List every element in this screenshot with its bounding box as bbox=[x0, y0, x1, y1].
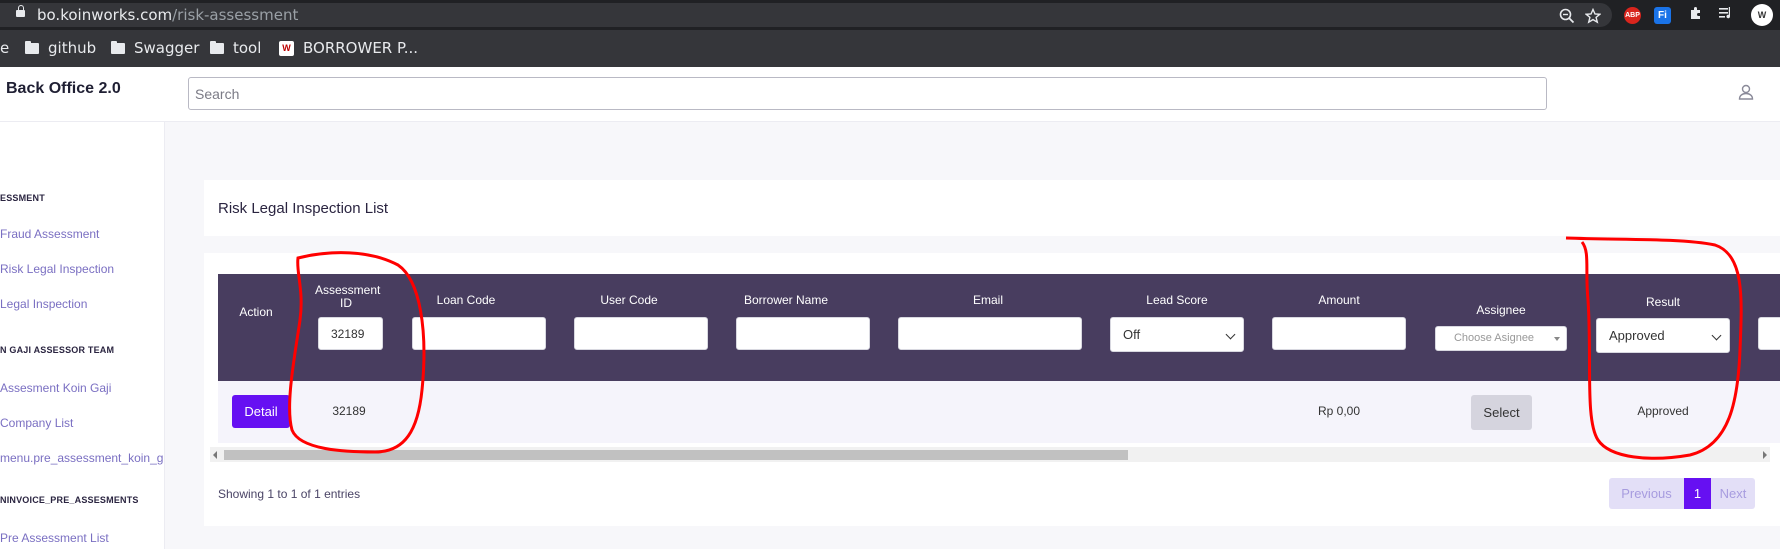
column-header-action: Action bbox=[239, 305, 273, 319]
profile-icon[interactable]: W bbox=[1751, 4, 1773, 26]
filter-borrower-name-input[interactable] bbox=[736, 317, 870, 350]
user-icon[interactable] bbox=[1737, 83, 1755, 101]
table-header: Action Assessment ID Loan Code User Code… bbox=[218, 274, 1780, 381]
filter-result-value: Approved bbox=[1609, 328, 1665, 343]
filter-lead-score-value: Off bbox=[1123, 327, 1141, 342]
bookmark-github[interactable]: github bbox=[48, 39, 96, 57]
bookmarks-bar: e github Swagger tool W BORROWER P... bbox=[0, 30, 1780, 67]
filter-user-code-input[interactable] bbox=[574, 317, 708, 350]
caret-down-icon bbox=[1554, 337, 1560, 341]
page-title: Risk Legal Inspection List bbox=[218, 200, 389, 217]
horizontal-scrollbar[interactable] bbox=[210, 447, 1770, 462]
sidebar-item-pre-assessment-koin-gaji[interactable]: menu.pre_assessment_koin_g bbox=[0, 451, 163, 465]
assignee-select-button[interactable]: Select bbox=[1471, 395, 1532, 430]
pagination-previous[interactable]: Previous bbox=[1609, 478, 1684, 509]
column-header-assignee: Assignee bbox=[1476, 303, 1526, 317]
chevron-down-icon bbox=[1711, 330, 1722, 341]
column-header-borrower-name: Borrower Name bbox=[743, 293, 829, 307]
zoom-icon[interactable] bbox=[1557, 8, 1577, 28]
column-header-email: Email bbox=[972, 293, 1003, 307]
sidebar-heading-assessment: ESSMENT bbox=[0, 193, 45, 203]
scroll-left-icon[interactable] bbox=[213, 451, 217, 459]
star-icon[interactable] bbox=[1583, 7, 1603, 28]
search-input[interactable] bbox=[188, 77, 1547, 110]
sidebar-item-risk-legal-inspection[interactable]: Risk Legal Inspection bbox=[0, 262, 114, 276]
filter-assessment-id-input[interactable] bbox=[318, 317, 383, 350]
puzzle-icon[interactable] bbox=[1686, 5, 1706, 25]
cell-amount: Rp 0,00 bbox=[1317, 404, 1361, 418]
column-header-user-code: User Code bbox=[600, 293, 658, 307]
column-header-lead-score: Lead Score bbox=[1146, 293, 1208, 307]
sidebar-item-company-list[interactable]: Company List bbox=[0, 416, 73, 430]
bookmark-logo-icon: W bbox=[279, 41, 294, 56]
sidebar-item-fraud-assessment[interactable]: Fraud Assessment bbox=[0, 227, 99, 241]
sidebar-heading-invoice-pre-assessments: NINVOICE_PRE_ASSESMENTS bbox=[0, 495, 139, 505]
cell-result: Approved bbox=[1637, 404, 1689, 418]
entries-info: Showing 1 to 1 of 1 entries bbox=[218, 487, 361, 501]
filter-assignee-placeholder: Choose Asignee bbox=[1453, 332, 1535, 344]
brand-title[interactable]: Back Office 2.0 bbox=[6, 80, 121, 98]
filter-lead-score-select[interactable]: Off bbox=[1110, 317, 1244, 352]
pagination-page-1[interactable]: 1 bbox=[1684, 478, 1711, 509]
filter-amount-input[interactable] bbox=[1272, 317, 1406, 350]
lock-icon[interactable] bbox=[16, 5, 25, 17]
bookmark-e[interactable]: e bbox=[0, 39, 9, 57]
scroll-right-icon[interactable] bbox=[1763, 451, 1767, 459]
column-header-result: Result bbox=[1645, 295, 1680, 309]
media-icon[interactable] bbox=[1716, 5, 1736, 25]
url-path: /risk-assessment bbox=[172, 6, 299, 24]
cell-assessment-id: 32189 bbox=[332, 404, 366, 418]
url-host: bo.koinworks.com bbox=[37, 6, 173, 24]
detail-button[interactable]: Detail bbox=[232, 395, 290, 428]
table-row: Detail 32189 Rp 0,00 Select Approved bbox=[218, 381, 1780, 443]
bookmark-tool[interactable]: tool bbox=[233, 39, 261, 57]
sidebar-item-assesment-koin-gaji[interactable]: Assesment Koin Gaji bbox=[0, 381, 111, 395]
abp-extension-icon[interactable]: ABP bbox=[1624, 7, 1641, 24]
filter-loan-code-input[interactable] bbox=[412, 317, 546, 350]
fi-extension-icon[interactable]: Fi bbox=[1654, 7, 1671, 24]
folder-icon bbox=[210, 41, 224, 54]
bookmark-borrower[interactable]: BORROWER P... bbox=[303, 39, 418, 57]
filter-email-input[interactable] bbox=[898, 317, 1082, 350]
app-header: Back Office 2.0 bbox=[0, 67, 1780, 122]
scrollbar-thumb[interactable] bbox=[224, 450, 1128, 460]
sidebar-item-pre-assessment-list[interactable]: Pre Assessment List bbox=[0, 531, 109, 545]
column-header-amount: Amount bbox=[1318, 293, 1360, 307]
browser-toolbar: bo.koinworks.com/risk-assessment ABP Fi … bbox=[0, 0, 1780, 30]
filter-assignee-select[interactable]: Choose Asignee bbox=[1435, 326, 1567, 351]
sidebar: ESSMENT Fraud Assessment Risk Legal Insp… bbox=[0, 122, 165, 549]
address-bar[interactable]: bo.koinworks.com/risk-assessment bbox=[0, 3, 1612, 27]
filter-result-select[interactable]: Approved bbox=[1596, 318, 1730, 353]
sidebar-item-legal-inspection[interactable]: Legal Inspection bbox=[0, 297, 87, 311]
chevron-down-icon bbox=[1225, 329, 1236, 340]
column-header-loan-code: Loan Code bbox=[436, 293, 496, 307]
url-text[interactable]: bo.koinworks.com/risk-assessment bbox=[37, 6, 298, 24]
folder-icon bbox=[111, 41, 125, 54]
folder-icon bbox=[25, 41, 39, 54]
sidebar-heading-koin-gaji: N GAJI ASSESSOR TEAM bbox=[0, 345, 115, 355]
filter-next-column-input[interactable] bbox=[1758, 317, 1780, 350]
column-header-assessment-id: Assessment ID bbox=[315, 283, 381, 310]
bookmark-swagger[interactable]: Swagger bbox=[134, 39, 199, 57]
title-card: Risk Legal Inspection List bbox=[204, 180, 1780, 236]
pagination-next[interactable]: Next bbox=[1711, 478, 1755, 509]
